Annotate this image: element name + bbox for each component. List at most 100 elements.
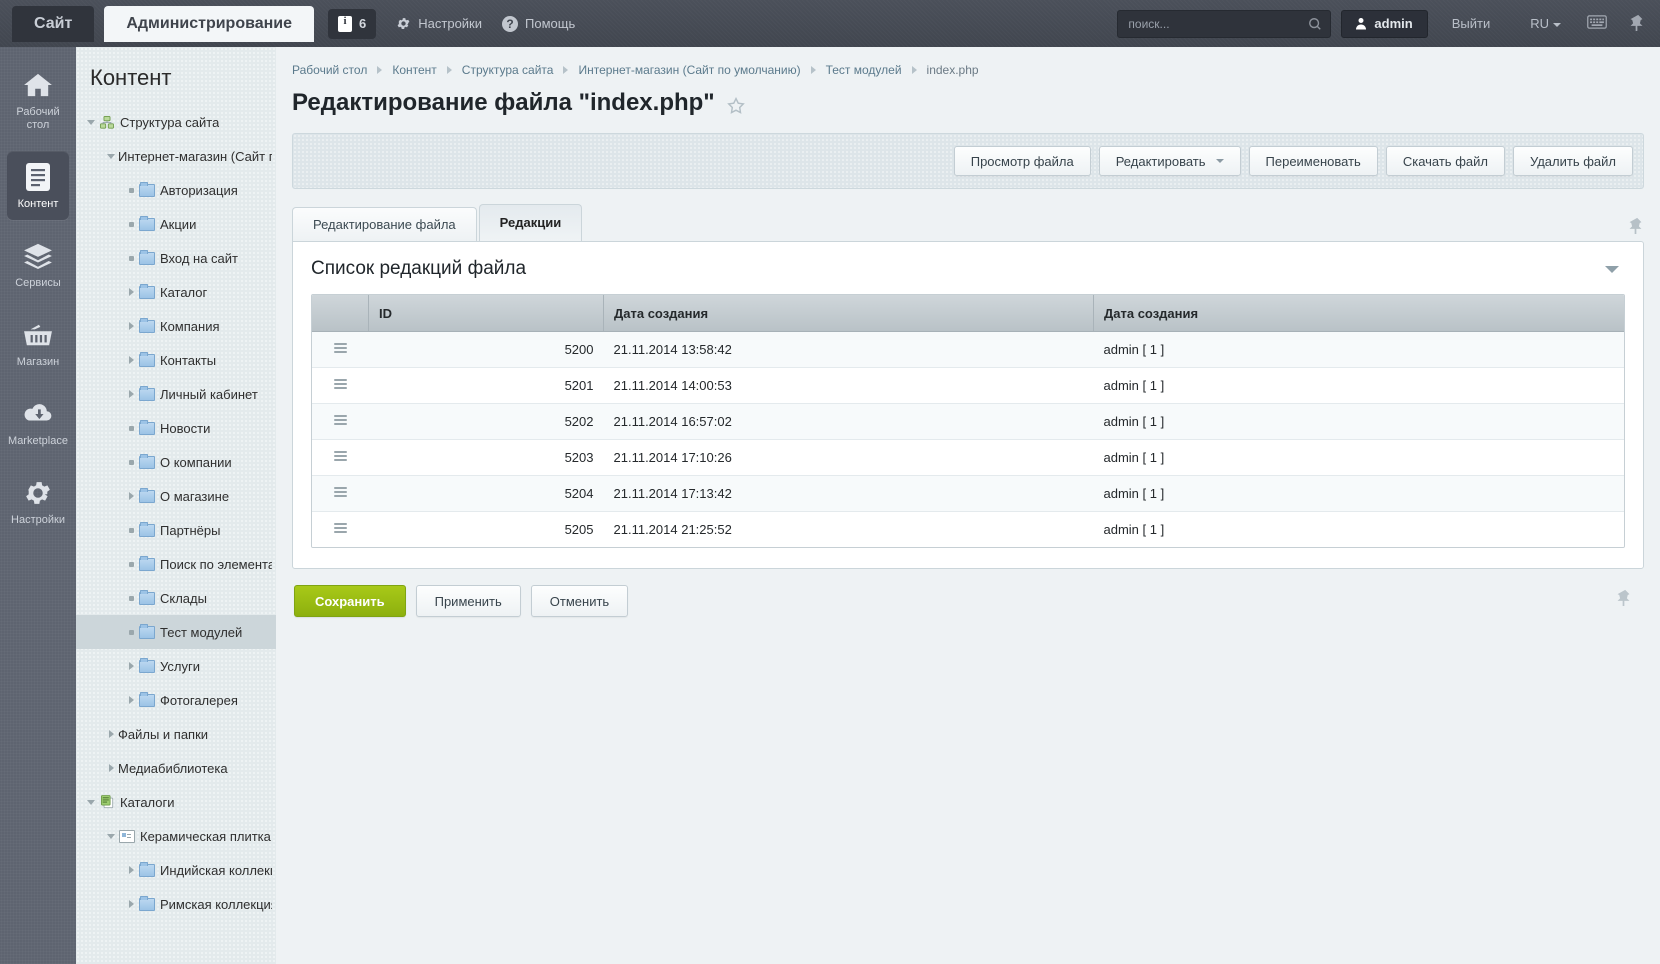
tree-toggle-icon[interactable]	[104, 764, 118, 772]
tree-node[interactable]: Индийская коллекция	[76, 853, 276, 887]
save-button[interactable]: Сохранить	[294, 585, 406, 617]
row-menu-cell[interactable]	[312, 367, 369, 404]
top-help-link[interactable]: ? Помощь	[502, 15, 575, 32]
pin-icon[interactable]	[1616, 589, 1632, 607]
tree-node[interactable]: Компания	[76, 309, 276, 343]
tree-node[interactable]: Медиабиблиотека	[76, 751, 276, 785]
row-menu-icon[interactable]	[333, 413, 347, 427]
table-row[interactable]: 5205 21.11.2014 21:25:52 admin [ 1 ]	[312, 511, 1624, 548]
tree-node[interactable]: Личный кабинет	[76, 377, 276, 411]
top-settings-link[interactable]: Настройки	[396, 16, 482, 31]
tree-toggle-icon[interactable]	[124, 492, 138, 500]
tree-node[interactable]: Авторизация	[76, 173, 276, 207]
row-menu-icon[interactable]	[333, 377, 347, 391]
tree-node[interactable]: Файлы и папки	[76, 717, 276, 751]
row-menu-icon[interactable]	[333, 485, 347, 499]
table-row[interactable]: 5200 21.11.2014 13:58:42 admin [ 1 ]	[312, 331, 1624, 368]
chevron-down-icon[interactable]	[1605, 265, 1619, 273]
tree-node[interactable]: Поиск по элементам	[76, 547, 276, 581]
keyboard-shortcuts-button[interactable]	[1587, 15, 1607, 32]
tree-node[interactable]: Акции	[76, 207, 276, 241]
tree-node[interactable]: Партнёры	[76, 513, 276, 547]
search-icon[interactable]	[1308, 17, 1322, 31]
row-menu-icon[interactable]	[333, 449, 347, 463]
table-row[interactable]: 5202 21.11.2014 16:57:02 admin [ 1 ]	[312, 403, 1624, 440]
top-tab-administration[interactable]: Администрирование	[104, 5, 315, 42]
table-row[interactable]: 5203 21.11.2014 17:10:26 admin [ 1 ]	[312, 439, 1624, 476]
row-menu-cell[interactable]	[312, 512, 369, 548]
column-header-created[interactable]: Дата создания	[603, 295, 1094, 332]
row-menu-cell[interactable]	[312, 331, 369, 368]
row-menu-cell[interactable]	[312, 439, 369, 476]
user-menu[interactable]: admin	[1341, 9, 1428, 38]
tree-toggle-icon[interactable]	[124, 390, 138, 398]
rail-item-content[interactable]: Контент	[7, 151, 69, 220]
column-header-author[interactable]: Дата создания	[1093, 295, 1624, 332]
rail-item-services[interactable]: Сервисы	[7, 230, 69, 299]
tree-node[interactable]: Каталог	[76, 275, 276, 309]
tree-node[interactable]: О компании	[76, 445, 276, 479]
breadcrumb-item[interactable]: Тест модулей	[826, 63, 902, 77]
search-input[interactable]	[1126, 15, 1309, 32]
breadcrumb-item[interactable]: Интернет-магазин (Сайт по умолчанию)	[578, 63, 800, 77]
breadcrumb-item[interactable]: Структура сайта	[462, 63, 554, 77]
row-menu-cell[interactable]	[312, 475, 369, 512]
tree-toggle-icon[interactable]	[124, 900, 138, 908]
logout-link[interactable]: Выйти	[1452, 16, 1491, 31]
tree-toggle-icon[interactable]	[124, 322, 138, 330]
tree-toggle-icon[interactable]	[104, 730, 118, 738]
tree-node[interactable]: Тест модулей	[76, 615, 276, 649]
global-search[interactable]	[1117, 9, 1332, 38]
star-icon[interactable]	[726, 94, 745, 114]
tree-toggle-icon[interactable]	[84, 799, 98, 805]
pin-icon[interactable]	[1628, 217, 1644, 235]
pin-icon[interactable]	[1629, 14, 1644, 34]
column-header-select[interactable]	[312, 295, 369, 332]
row-menu-icon[interactable]	[333, 521, 347, 535]
top-tab-site[interactable]: Сайт	[12, 5, 95, 42]
tab-1[interactable]: Редактирование файла	[292, 207, 477, 241]
tree-node[interactable]: Услуги	[76, 649, 276, 683]
table-row[interactable]: 5204 21.11.2014 17:13:42 admin [ 1 ]	[312, 475, 1624, 512]
row-menu-icon[interactable]	[333, 341, 347, 355]
tree-node[interactable]: Фотогалерея	[76, 683, 276, 717]
tree-node[interactable]: Интернет-магазин (Сайт по умолчанию)	[76, 139, 276, 173]
breadcrumb-item[interactable]: Контент	[392, 63, 436, 77]
notifications-badge[interactable]: 6	[328, 8, 377, 39]
rail-item-desktop[interactable]: Рабочий стол	[7, 59, 69, 141]
tree-toggle-icon[interactable]	[124, 696, 138, 704]
tree-node[interactable]: Новости	[76, 411, 276, 445]
tree-toggle-icon[interactable]	[124, 662, 138, 670]
language-switcher[interactable]: RU	[1530, 16, 1561, 31]
cancel-button[interactable]: Отменить	[530, 585, 629, 617]
tree-toggle-icon[interactable]	[104, 153, 118, 159]
toolbar-button-2[interactable]: Редактировать	[1098, 146, 1241, 176]
toolbar-button-3[interactable]: Переименовать	[1248, 146, 1378, 176]
rail-item-shop[interactable]: Магазин	[7, 309, 69, 378]
tree-node[interactable]: Керамическая плитка	[76, 819, 276, 853]
tree-toggle-icon[interactable]	[124, 866, 138, 874]
toolbar-button-1[interactable]: Просмотр файла	[953, 146, 1091, 176]
rail-item-settings[interactable]: Настройки	[7, 467, 69, 536]
column-header-id[interactable]: ID	[368, 295, 604, 332]
tree-node[interactable]: О магазине	[76, 479, 276, 513]
toolbar-button-5[interactable]: Удалить файл	[1512, 146, 1633, 176]
rail-item-marketplace[interactable]: Marketplace	[7, 388, 69, 457]
tree-toggle-icon[interactable]	[124, 356, 138, 364]
row-menu-cell[interactable]	[312, 403, 369, 440]
breadcrumb-item[interactable]: Рабочий стол	[292, 63, 367, 77]
tree-node[interactable]: Структура сайта	[76, 105, 276, 139]
tree-node[interactable]: Римская коллекция	[76, 887, 276, 921]
tab-2[interactable]: Редакции	[478, 204, 583, 241]
tree-node[interactable]: Вход на сайт	[76, 241, 276, 275]
apply-button[interactable]: Применить	[415, 585, 521, 617]
tree-node[interactable]: Склады	[76, 581, 276, 615]
toolbar-button-4[interactable]: Скачать файл	[1385, 146, 1505, 176]
tree-node[interactable]: Контакты	[76, 343, 276, 377]
tree-toggle-icon[interactable]	[124, 288, 138, 296]
tree-node[interactable]: Каталоги	[76, 785, 276, 819]
table-row[interactable]: 5201 21.11.2014 14:00:53 admin [ 1 ]	[312, 367, 1624, 404]
page-title: Редактирование файла "index.php"	[292, 89, 715, 116]
tree-toggle-icon[interactable]	[104, 833, 118, 839]
tree-toggle-icon[interactable]	[84, 119, 98, 125]
